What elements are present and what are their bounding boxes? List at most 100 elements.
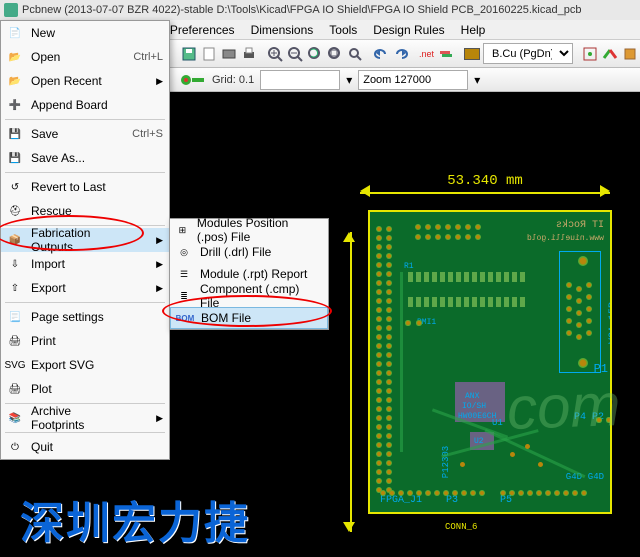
chevron-right-icon: ▶ — [156, 283, 163, 294]
menu-item-save[interactable]: 💾SaveCtrl+S — [1, 122, 169, 146]
menu-item-label: New — [31, 26, 123, 40]
menu-item-new[interactable]: 📄New — [1, 21, 169, 45]
menu-item-label: Open — [31, 50, 123, 64]
netlist-icon[interactable]: .net — [418, 43, 435, 65]
menu-item-label: Rescue — [31, 204, 123, 218]
menu-item-revert-to-last[interactable]: ↺Revert to Last — [1, 175, 169, 199]
track-via-icon[interactable] — [180, 72, 206, 88]
menu-item-label: Print — [31, 334, 123, 348]
pad-col-left2 — [386, 226, 392, 493]
menu-item-import[interactable]: ⇩Import▶ — [1, 252, 169, 276]
menu-item-icon: 📦 — [5, 232, 25, 248]
module-editor-icon[interactable] — [220, 43, 238, 65]
menu-item-icon: 💾 — [5, 150, 25, 166]
menu-item-label: Export — [31, 281, 123, 295]
submenu-item-label: Module (.rpt) Report — [200, 267, 307, 281]
submenu-item-label: BOM File — [201, 311, 251, 325]
zoom-out-icon[interactable] — [286, 43, 304, 65]
window-title: Pcbnew (2013-07-07 BZR 4022)-stable D:\T… — [22, 4, 581, 16]
submenu-item-drl[interactable]: ◎ Drill (.drl) File — [170, 241, 328, 263]
menu-item-label: Import — [31, 257, 123, 271]
redo-icon[interactable] — [392, 43, 410, 65]
menu-item-label: Fabrication Outputs — [31, 226, 123, 254]
grid-input[interactable] — [260, 70, 340, 90]
dimension-width: 53.340 mm — [360, 187, 610, 203]
menu-item-print[interactable]: 🖨Print — [1, 329, 169, 353]
menu-dimensions[interactable]: Dimensions — [243, 21, 322, 39]
zoom-dropdown-icon[interactable]: ▾ — [474, 73, 480, 87]
submenu-item-pos[interactable]: ⊞ Modules Position (.pos) File — [170, 219, 328, 241]
save-icon[interactable] — [180, 43, 198, 65]
menu-item-icon: 🖨 — [5, 381, 25, 397]
menu-tools[interactable]: Tools — [321, 21, 365, 39]
menu-item-archive-footprints[interactable]: 📚Archive Footprints▶ — [1, 406, 169, 430]
undo-icon[interactable] — [372, 43, 390, 65]
drl-icon: ◎ — [174, 244, 194, 260]
menu-item-label: Revert to Last — [31, 180, 123, 194]
menu-item-icon: 📚 — [5, 410, 25, 426]
silk-p12303: P12303 — [441, 446, 451, 478]
silk-io-sh: IO/SH — [462, 402, 486, 411]
submenu-item-bom[interactable]: BOM BOM File — [170, 307, 328, 329]
mode-footprint-icon[interactable] — [621, 43, 639, 65]
menu-design-rules[interactable]: Design Rules — [365, 21, 452, 39]
menu-item-label: Save — [31, 127, 123, 141]
zoom-input[interactable] — [358, 70, 468, 90]
autoroute-icon[interactable] — [601, 43, 619, 65]
menu-item-quit[interactable]: ⏻Quit — [1, 435, 169, 459]
find-icon[interactable] — [346, 43, 364, 65]
menu-item-save-as-[interactable]: 💾 Save As... — [1, 146, 169, 170]
zoom-redraw-icon[interactable] — [306, 43, 324, 65]
menu-item-rescue[interactable]: ⛑ Rescue — [1, 199, 169, 223]
menu-item-label: Page settings — [31, 310, 123, 324]
menu-item-label: Save As... — [31, 151, 123, 165]
layer-selector[interactable]: B.Cu (PgDn) — [483, 43, 573, 64]
silk-it-rocks: IT Rocks — [556, 220, 604, 231]
silk-conn6: CONN_6 — [445, 522, 477, 532]
menu-item-icon: ⇧ — [5, 280, 25, 296]
silk-fpga-j1: FPGA_J1 — [380, 495, 422, 506]
menu-item-page-settings[interactable]: 📃Page settings — [1, 305, 169, 329]
menu-item-open[interactable]: 📂OpenCtrl+L — [1, 45, 169, 69]
zoom-fit-icon[interactable] — [326, 43, 344, 65]
watermark-cn: 深圳宏力捷 — [20, 487, 250, 551]
zoom-in-icon[interactable] — [266, 43, 284, 65]
menu-item-fabrication-outputs[interactable]: 📦Fabrication Outputs▶ — [1, 228, 169, 252]
submenu-item-label: Drill (.drl) File — [200, 245, 271, 259]
layer-setup-icon[interactable] — [437, 43, 455, 65]
pos-icon: ⊞ — [174, 222, 191, 238]
menu-item-icon: 📂 — [5, 73, 25, 89]
drc-icon[interactable] — [581, 43, 599, 65]
pad-row-bottom — [380, 490, 485, 496]
pad-row-bottom2 — [500, 490, 587, 496]
cmp-icon: ≣ — [174, 288, 194, 304]
menu-item-label: Plot — [31, 382, 123, 396]
menu-item-open-recent[interactable]: 📂Open Recent▶ — [1, 69, 169, 93]
menu-item-plot[interactable]: 🖨 Plot — [1, 377, 169, 401]
menu-item-icon: ⛑ — [5, 203, 25, 219]
submenu-item-label: Modules Position (.pos) File — [197, 216, 322, 244]
menu-item-accel: Ctrl+S — [123, 128, 163, 140]
silk-g4d: G4D — [588, 472, 604, 482]
submenu-item-cmp[interactable]: ≣Component (.cmp) File — [170, 285, 328, 307]
page-settings-icon[interactable] — [200, 43, 218, 65]
title-bar: Pcbnew (2013-07-07 BZR 4022)-stable D:\T… — [0, 0, 640, 20]
menu-item-export[interactable]: ⇧ Export ▶ — [1, 276, 169, 300]
menu-item-label: Append Board — [31, 98, 123, 112]
menu-item-icon: SVG — [5, 357, 25, 373]
menu-preferences[interactable]: Preferences — [162, 21, 243, 39]
menu-item-label: Open Recent — [31, 74, 123, 88]
bom-icon: BOM — [175, 310, 195, 326]
pad-col-left — [376, 226, 382, 493]
menu-help[interactable]: Help — [453, 21, 494, 39]
menu-item-export-svg[interactable]: SVGExport SVG — [1, 353, 169, 377]
pcb-board: IT Rocks www.niuelli.gold VGA_15P P1 P4 … — [370, 212, 610, 512]
submenu-fabrication-outputs: ⊞ Modules Position (.pos) File◎ Drill (.dr… — [169, 218, 329, 330]
print-icon[interactable] — [240, 43, 258, 65]
vga-connector — [560, 252, 600, 372]
menu-item-append-board[interactable]: ➕Append Board — [1, 93, 169, 117]
grid-dropdown-icon[interactable]: ▾ — [346, 73, 352, 87]
app-icon — [4, 3, 18, 17]
silk-p3: P3 — [446, 495, 458, 506]
layer-swatch — [463, 43, 481, 65]
